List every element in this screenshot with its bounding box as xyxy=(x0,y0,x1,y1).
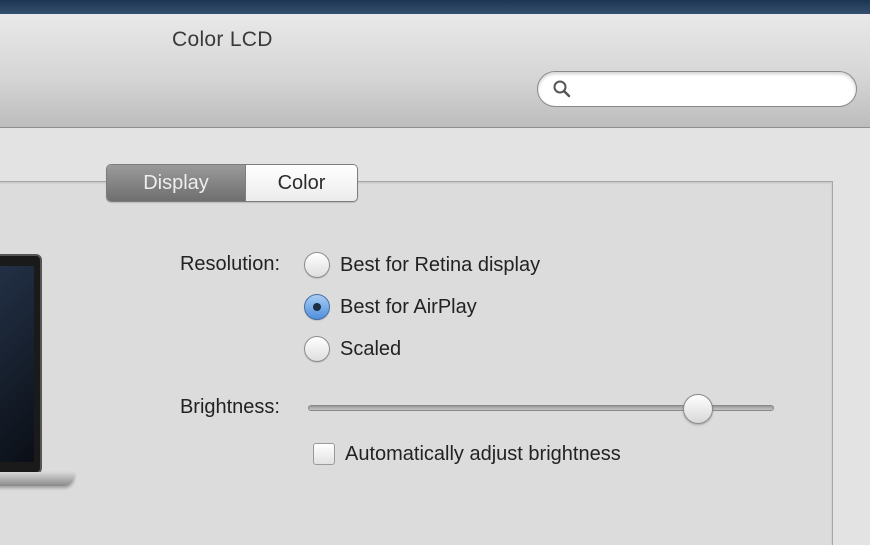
radio-button[interactable] xyxy=(304,252,330,278)
search-input[interactable] xyxy=(578,76,850,104)
system-preferences-window: Color LCD Display Color Resolution: Best… xyxy=(0,0,870,545)
magnifier-icon xyxy=(553,80,571,98)
desktop-background-strip xyxy=(0,0,870,14)
radio-label: Best for AirPlay xyxy=(340,295,477,318)
radio-best-for-retina[interactable]: Best for Retina display xyxy=(304,250,540,280)
slider-thumb[interactable] xyxy=(683,394,713,424)
auto-brightness-label: Automatically adjust brightness xyxy=(345,442,621,465)
resolution-label: Resolution: xyxy=(179,253,280,275)
window-toolbar: Color LCD xyxy=(0,14,870,128)
laptop-base xyxy=(0,472,74,486)
brightness-slider[interactable] xyxy=(308,392,774,426)
search-field[interactable] xyxy=(537,71,857,107)
auto-brightness-checkbox[interactable] xyxy=(313,443,335,465)
radio-label: Best for Retina display xyxy=(340,253,541,276)
tab-color[interactable]: Color xyxy=(245,165,357,201)
auto-brightness-checkbox-row[interactable]: Automatically adjust brightness xyxy=(313,438,621,470)
tab-display[interactable]: Display xyxy=(107,165,245,201)
radio-button-selected[interactable] xyxy=(304,294,330,320)
radio-best-for-airplay[interactable]: Best for AirPlay xyxy=(304,292,477,322)
window-title: Color LCD xyxy=(172,28,273,51)
tab-bar: Display Color xyxy=(106,164,358,202)
laptop-lid xyxy=(0,254,42,474)
brightness-label: Brightness: xyxy=(179,396,280,418)
laptop-screen xyxy=(0,266,34,462)
tab-content-panel xyxy=(0,181,833,545)
radio-scaled[interactable]: Scaled xyxy=(304,334,401,364)
radio-button[interactable] xyxy=(304,336,330,362)
laptop-display-icon xyxy=(0,250,80,490)
radio-label: Scaled xyxy=(340,337,402,360)
